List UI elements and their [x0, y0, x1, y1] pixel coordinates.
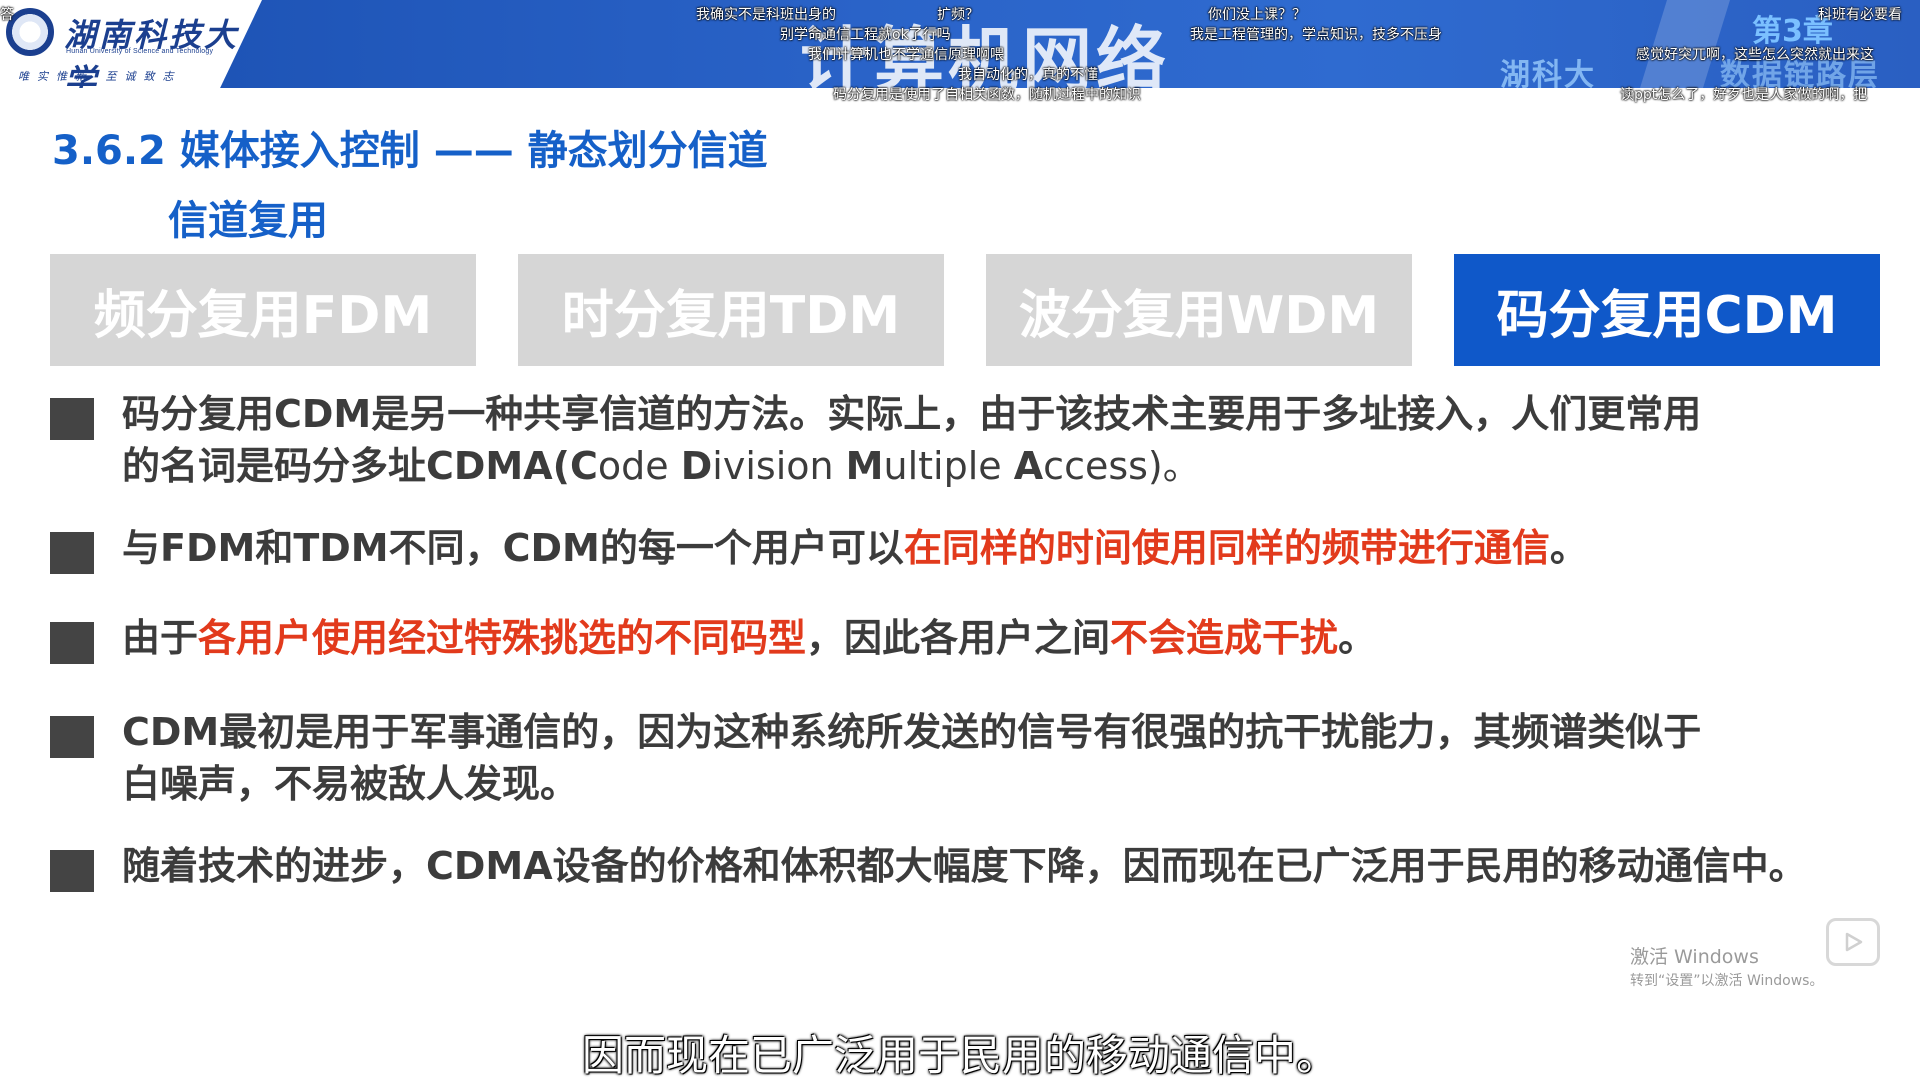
bullet-text: 随着技术的进步，CDMA设备的价格和体积都大幅度下降，因而现在已广泛用于民用的移… [122, 840, 1910, 892]
danmaku-comment: 别学命通信工程就ok了行吗 [780, 27, 951, 43]
text-run: 。 [1338, 616, 1377, 660]
bullet-text: 与FDM和TDM不同，CDM的每一个用户可以在同样的时间使用同样的频带进行通信。 [122, 522, 1910, 574]
section-subtitle: 信道复用 [168, 198, 328, 244]
text-run: 。 [1549, 526, 1588, 570]
text-run: ，因此各用户之间 [806, 616, 1111, 660]
danmaku-comment: 码分复用是使用了自相关函数，随机过程中的知识 [833, 87, 1141, 103]
logo-name-en: Hunan University of Science and Technolo… [66, 48, 214, 55]
chapter-sub-left: 湖科大 [1500, 58, 1596, 88]
text-run: 的名词是码分多址CDMA( [122, 444, 571, 488]
bullet-square-icon [50, 850, 94, 892]
danmaku-comment: 我们计算机也不学通信原理啊喂 [808, 47, 1004, 63]
danmaku-comment: 我是工程管理的，学点知识，技多不压身 [1190, 27, 1442, 43]
text-run: D [680, 444, 713, 488]
bullet-square-icon [50, 622, 94, 664]
bullet-text: 由于各用户使用经过特殊挑选的不同码型，因此各用户之间不会造成干扰。 [122, 612, 1910, 664]
bullet-square-icon [50, 532, 94, 574]
danmaku-comment: 你们没上课？？ [1208, 7, 1306, 23]
danmaku-comment: 扩频？ [937, 7, 979, 23]
text-run: A [1013, 444, 1044, 488]
text-run: 与FDM和TDM不同，CDM的每一个用户可以 [122, 526, 904, 570]
highlight-text: 各用户使用经过特殊挑选的不同码型 [198, 616, 807, 660]
logo-motto: 唯实惟新 至诚致志 [18, 70, 182, 83]
bullet-square-icon [50, 398, 94, 440]
danmaku-comment: 科班有必要看 [1818, 7, 1902, 23]
bullet-line: 白噪声，不易被敌人发现。 [122, 762, 579, 806]
bullet-line: 码分复用CDM是另一种共享信道的方法。实际上，由于该技术主要用于多址接入，人们更… [122, 392, 1702, 436]
video-subtitle: 因而现在已广泛用于民用的移动通信中。 [581, 1031, 1338, 1080]
tab-tdm[interactable]: 时分复用TDM [518, 254, 944, 366]
bullet-text: CDM最初是用于军事通信的，因为这种系统所发送的信号有很强的抗干扰能力，其频谱类… [122, 706, 1910, 810]
windows-activation-hint: 转到“设置”以激活 Windows。 [1630, 973, 1824, 989]
highlight-text: 不会造成干扰 [1110, 616, 1339, 660]
danmaku-comment: 答 [0, 7, 14, 23]
text-run: ccess)。 [1043, 444, 1201, 488]
danmaku-comment: 我确实不是科班出身的 [696, 7, 836, 23]
tab-wdm[interactable]: 波分复用WDM [986, 254, 1412, 366]
danmaku-comment: 感觉好突兀啊，这些怎么突然就出来这 [1636, 47, 1874, 63]
bullet-line: 的名词是码分多址CDMA(Code Division Multiple Acce… [122, 440, 1910, 492]
bullet-text: 码分复用CDM是另一种共享信道的方法。实际上，由于该技术主要用于多址接入，人们更… [122, 388, 1910, 492]
university-logo: 湖南科技大学 Hunan University of Science and T… [0, 0, 262, 88]
text-run: 由于 [122, 616, 199, 660]
play-button[interactable] [1826, 918, 1880, 966]
text-run: ultiple [883, 444, 1014, 488]
bullet-line: 随着技术的进步，CDMA设备的价格和体积都大幅度下降，因而现在已广泛用于民用的移… [122, 844, 1807, 888]
tab-cdm[interactable]: 码分复用CDM [1454, 254, 1880, 366]
danmaku-comment: 读ppt怎么了，好歹也是人家做的啊，把 [1620, 87, 1868, 103]
text-run: ivision [712, 444, 846, 488]
text-run: ode [597, 444, 681, 488]
bullet-line: CDM最初是用于军事通信的，因为这种系统所发送的信号有很强的抗干扰能力，其频谱类… [122, 710, 1702, 754]
play-icon [1845, 932, 1863, 952]
section-title: 3.6.2 媒体接入控制 —— 静态划分信道 [52, 128, 768, 174]
bullet-square-icon [50, 716, 94, 758]
text-run: C [570, 444, 598, 488]
text-run: M [845, 444, 884, 488]
windows-activation-watermark: 激活 Windows [1630, 946, 1759, 968]
danmaku-comment: 我自动化的，真的不懂 [958, 67, 1098, 83]
tab-fdm[interactable]: 频分复用FDM [50, 254, 476, 366]
highlight-text: 在同样的时间使用同样的频带进行通信 [903, 526, 1550, 570]
